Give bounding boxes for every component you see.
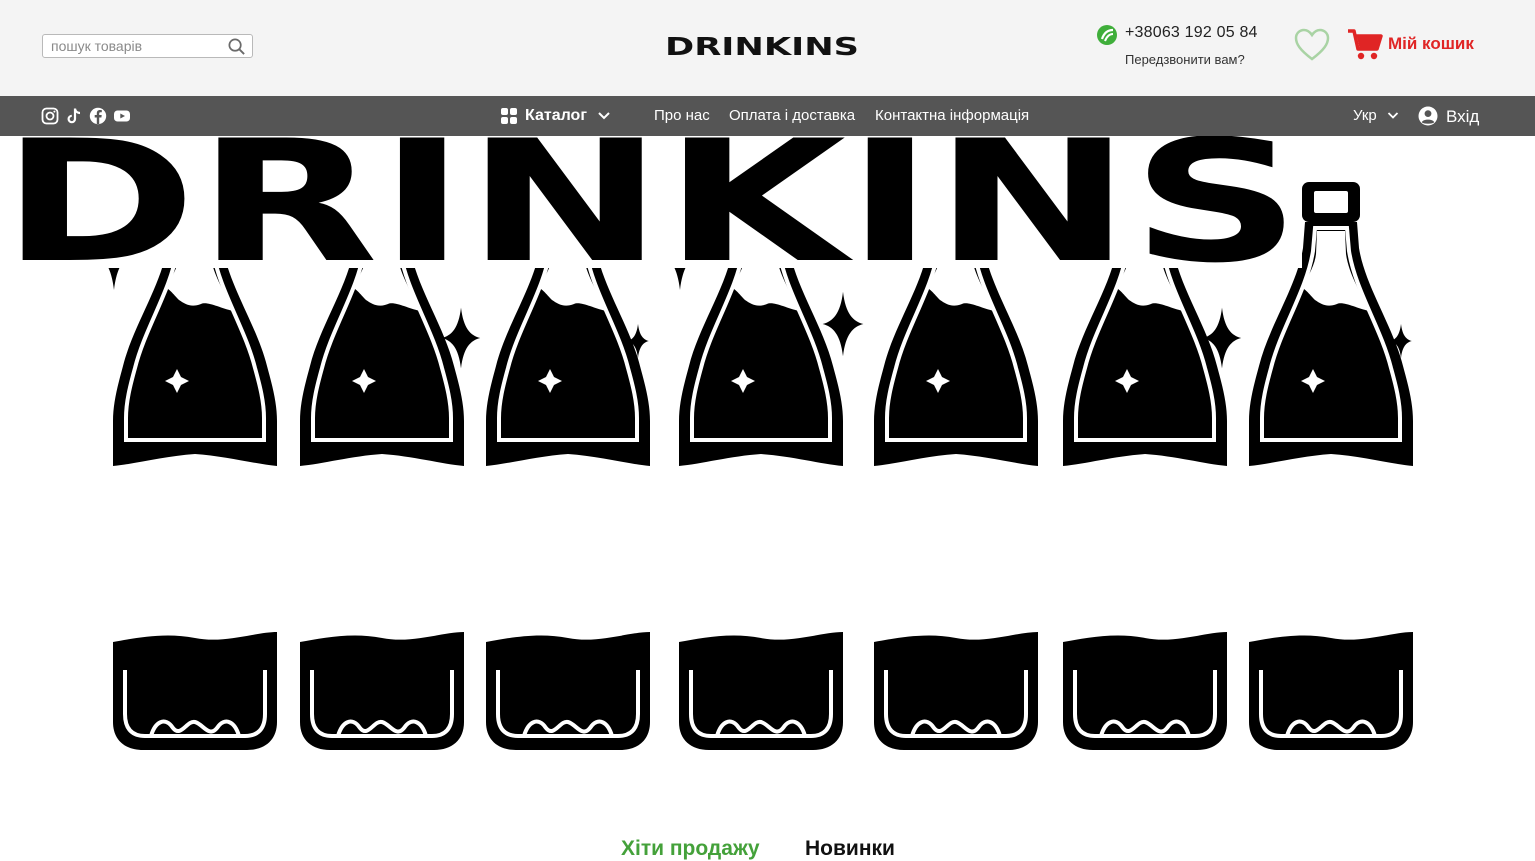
phone-number[interactable]: +38063 192 05 84 xyxy=(1125,24,1258,42)
catalog-menu[interactable]: Каталог xyxy=(501,105,611,127)
user-icon[interactable] xyxy=(1418,106,1438,126)
bottle-base-illustration xyxy=(298,630,466,752)
tiktok-icon[interactable] xyxy=(65,107,83,125)
hero-wordmark: DRINKINS xyxy=(0,136,1302,268)
grid-icon xyxy=(501,108,517,124)
bottle-base-illustration xyxy=(1247,630,1415,752)
chevron-down-icon[interactable] xyxy=(1387,111,1399,120)
tab-bestsellers[interactable]: Хіти продажу xyxy=(621,837,760,861)
sparkle-icon xyxy=(822,291,864,357)
nav-contacts[interactable]: Контактна інформація xyxy=(875,107,1029,124)
callback-link[interactable]: Передзвонити вам? xyxy=(1125,52,1245,67)
product-tabs: Хіти продажу Новинки xyxy=(0,833,1535,861)
svg-text:DRINKINS: DRINKINS xyxy=(665,34,859,58)
search-input[interactable] xyxy=(43,35,223,57)
tab-new-arrivals[interactable]: Новинки xyxy=(805,837,895,861)
main-navbar: Каталог Про нас Оплата і доставка Контак… xyxy=(0,96,1535,136)
bottle-base-illustration xyxy=(111,630,279,752)
search-icon[interactable] xyxy=(227,37,246,56)
bottle-base-illustration xyxy=(484,630,652,752)
chevron-down-icon xyxy=(598,112,610,120)
language-selector[interactable]: Укр xyxy=(1353,107,1377,124)
facebook-icon[interactable] xyxy=(89,107,107,125)
cart-label[interactable]: Мій кошик xyxy=(1388,34,1474,54)
bottle-base-illustration xyxy=(677,630,845,752)
svg-text:DRINKINS: DRINKINS xyxy=(1,136,1301,268)
cart-icon[interactable] xyxy=(1347,28,1383,62)
instagram-icon[interactable] xyxy=(41,107,59,125)
nav-about[interactable]: Про нас xyxy=(654,107,710,124)
catalog-label: Каталог xyxy=(525,107,587,124)
site-logo[interactable]: DRINKINS xyxy=(664,34,860,58)
nav-payment-delivery[interactable]: Оплата і доставка xyxy=(729,107,855,124)
hero-banner: DRINKINS xyxy=(0,136,1535,816)
bottle-base-illustration xyxy=(1061,630,1229,752)
search-box[interactable] xyxy=(42,34,253,58)
bottle-base-illustration xyxy=(872,630,1040,752)
wishlist-heart-icon[interactable] xyxy=(1294,28,1330,62)
login-link[interactable]: Вхід xyxy=(1446,107,1479,127)
youtube-icon[interactable] xyxy=(113,107,131,125)
top-header: DRINKINS +38063 192 05 84 Передзвонити в… xyxy=(0,0,1535,96)
phone-operator-icon xyxy=(1097,25,1117,45)
